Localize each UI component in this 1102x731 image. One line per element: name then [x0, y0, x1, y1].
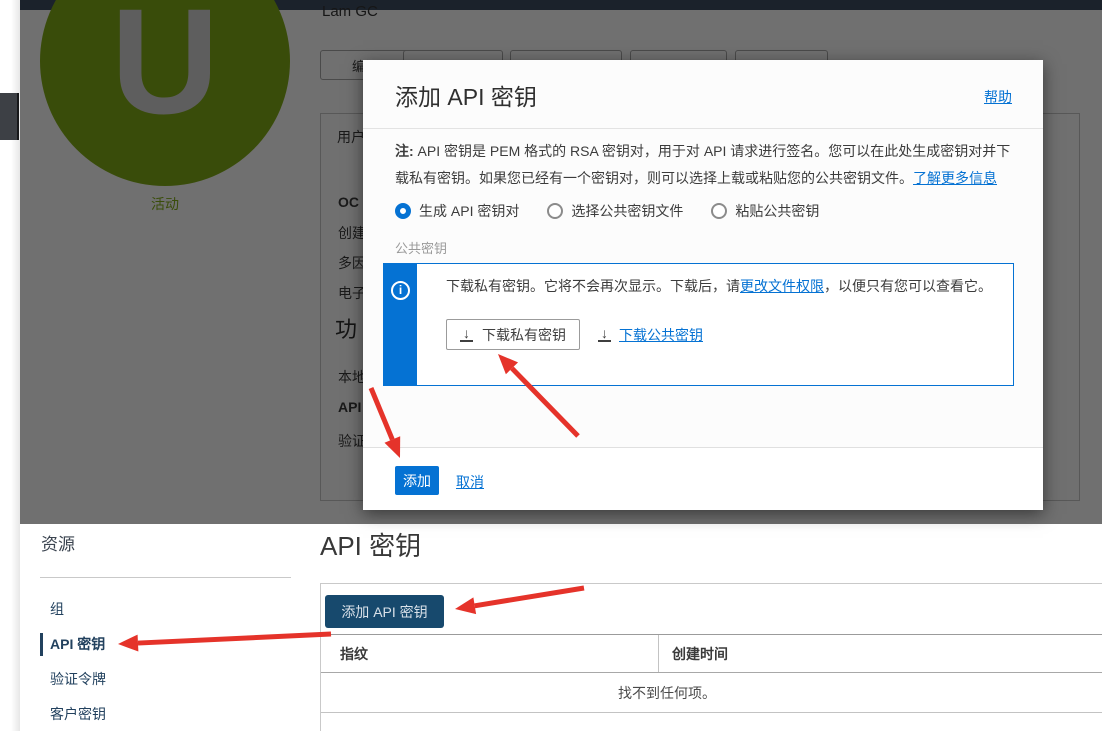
info-message-post: ，以便只有您可以查看它。 — [824, 278, 992, 294]
info-message-pre: 下载私有密钥。它将不会再次显示。下载后，请 — [446, 278, 740, 294]
cancel-link[interactable]: 取消 — [456, 472, 484, 492]
resources-heading: 资源 — [41, 530, 75, 555]
download-public-key-link[interactable]: ↓ 下载公共密钥 — [598, 325, 703, 345]
help-link[interactable]: 帮助 — [984, 87, 1012, 107]
modal-note: 注: API 密钥是 PEM 格式的 RSA 密钥对，用于对 API 请求进行签… — [395, 138, 1019, 192]
radio-label: 粘贴公共密钥 — [735, 201, 819, 221]
download-info-box: i 下载私有密钥。它将不会再次显示。下载后，请更改文件权限，以便只有您可以查看它… — [383, 263, 1014, 386]
modal-title: 添加 API 密钥 — [395, 78, 537, 112]
api-keys-table-header: 指纹 创建时间 — [321, 634, 1102, 673]
desktop-edge-strip — [0, 0, 20, 731]
radio-circle[interactable] — [547, 203, 563, 219]
api-keys-section: 资源 组 API 密钥 验证令牌 客户密钥 API 密钥 添加 API 密钥 指… — [20, 524, 1102, 731]
sidebar-item-api-keys[interactable]: API 密钥 — [20, 627, 300, 662]
sidebar-item-groups[interactable]: 组 — [20, 592, 300, 627]
resources-divider — [40, 577, 291, 578]
add-button[interactable]: 添加 — [395, 466, 439, 495]
download-icon: ↓ — [460, 327, 473, 342]
download-actions: ↓ 下载私有密钥 ↓ 下载公共密钥 — [446, 319, 703, 350]
public-key-label: 公共密钥 — [395, 238, 447, 257]
column-created-time: 创建时间 — [672, 635, 728, 674]
column-divider — [658, 635, 659, 672]
key-source-radio-group: 生成 API 密钥对 选择公共密钥文件 粘贴公共密钥 — [395, 201, 819, 221]
screenshot-stage: Lam GC U 活动 编辑 用户 OC 创建 多因 电子 功 本地 API 验… — [0, 0, 1102, 731]
modal-header: 添加 API 密钥 帮助 — [363, 60, 1043, 129]
download-icon: ↓ — [598, 327, 611, 342]
radio-circle[interactable] — [395, 203, 411, 219]
download-private-key-button[interactable]: ↓ 下载私有密钥 — [446, 319, 580, 350]
add-api-key-modal: 添加 API 密钥 帮助 注: API 密钥是 PEM 格式的 RSA 密钥对，… — [363, 60, 1043, 510]
radio-generate-key-pair[interactable]: 生成 API 密钥对 — [395, 201, 519, 221]
modal-footer: 添加 取消 — [363, 447, 1043, 510]
resources-list: 组 API 密钥 验证令牌 客户密钥 — [20, 592, 300, 731]
info-message: 下载私有密钥。它将不会再次显示。下载后，请更改文件权限，以便只有您可以查看它。 — [446, 276, 1002, 296]
sidebar-item-secret-keys[interactable]: 客户密钥 — [20, 697, 300, 731]
radio-choose-public-key-file[interactable]: 选择公共密钥文件 — [547, 201, 683, 221]
empty-message: 找不到任何项。 — [618, 674, 716, 713]
radio-label: 选择公共密钥文件 — [571, 201, 683, 221]
info-circle-icon: i — [391, 281, 410, 300]
api-keys-panel: 添加 API 密钥 指纹 创建时间 找不到任何项。 — [320, 583, 1102, 731]
radio-circle[interactable] — [711, 203, 727, 219]
docked-panel-fragment — [0, 93, 19, 140]
radio-label: 生成 API 密钥对 — [419, 201, 519, 221]
download-private-key-label: 下载私有密钥 — [482, 325, 566, 345]
column-fingerprint: 指纹 — [340, 635, 368, 674]
note-prefix: 注: — [395, 143, 414, 159]
change-file-permissions-link[interactable]: 更改文件权限 — [740, 278, 824, 294]
learn-more-link[interactable]: 了解更多信息 — [913, 170, 997, 186]
radio-paste-public-key[interactable]: 粘贴公共密钥 — [711, 201, 819, 221]
sidebar-item-auth-tokens[interactable]: 验证令牌 — [20, 662, 300, 697]
api-keys-heading: API 密钥 — [320, 526, 421, 563]
download-public-key-label: 下载公共密钥 — [619, 325, 703, 345]
add-api-key-button[interactable]: 添加 API 密钥 — [325, 595, 444, 628]
info-stripe: i — [384, 264, 417, 385]
table-empty-row: 找不到任何项。 — [321, 674, 1102, 713]
